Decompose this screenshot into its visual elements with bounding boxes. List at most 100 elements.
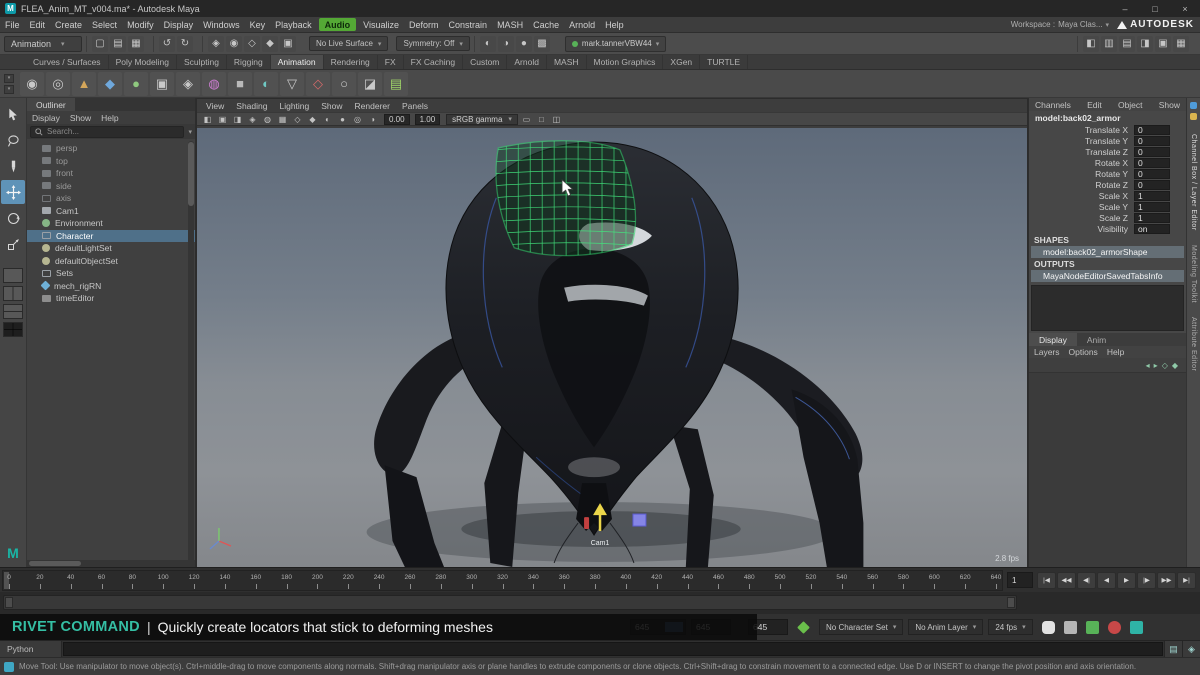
shelf-icon-2[interactable]: ◎ bbox=[46, 71, 70, 96]
animation-prefs-icon[interactable] bbox=[1129, 620, 1143, 634]
menu-deform[interactable]: Deform bbox=[404, 17, 444, 32]
shelf-icon-3[interactable]: ▲ bbox=[72, 71, 96, 96]
outliner-item-axis[interactable]: axis bbox=[27, 192, 195, 205]
outliner-item-mech-rigrn[interactable]: mech_rigRN bbox=[27, 280, 195, 293]
scrollbar-thumb[interactable] bbox=[188, 142, 194, 206]
snap-curve-icon[interactable]: ◉ bbox=[226, 35, 242, 52]
new-scene-icon[interactable]: ▢ bbox=[92, 35, 108, 52]
current-frame-field[interactable]: 1 bbox=[1007, 572, 1033, 588]
live-surface-field[interactable]: No Live Surface ▾ bbox=[309, 36, 389, 51]
menu-edit[interactable]: Edit bbox=[25, 17, 51, 32]
render-settings-icon[interactable]: ▩ bbox=[533, 35, 550, 52]
minimize-button[interactable]: – bbox=[1110, 0, 1140, 17]
grid-toggle-icon[interactable]: ▦ bbox=[276, 115, 289, 124]
channel-visibility[interactable]: Visibility on bbox=[1029, 223, 1186, 234]
outliner-menu-show[interactable]: Show bbox=[70, 113, 91, 123]
channel-box-menu-show[interactable]: Show bbox=[1159, 100, 1180, 110]
set-key-icon[interactable] bbox=[797, 620, 810, 634]
channel-box-toggle-icon[interactable]: ◨ bbox=[1137, 35, 1153, 52]
snap-point-icon[interactable]: ◇ bbox=[244, 35, 260, 52]
manipulator-plane-handle[interactable] bbox=[632, 513, 647, 527]
viewport-menu-shading[interactable]: Shading bbox=[231, 101, 272, 111]
shelf-tab-rigging[interactable]: Rigging bbox=[227, 55, 271, 69]
attribute-editor-toggle-icon[interactable]: ▥ bbox=[1101, 35, 1117, 52]
layout-single-pane-button[interactable] bbox=[3, 268, 23, 283]
viewport-canvas[interactable]: Cam1 2.8 fps bbox=[197, 128, 1027, 569]
shelf-icon-8[interactable]: ◍ bbox=[202, 71, 226, 96]
shelf-tab-animation[interactable]: Animation bbox=[270, 55, 324, 69]
next-frame-button[interactable]: |▶ bbox=[1137, 571, 1156, 589]
layer-menu-layers[interactable]: Layers bbox=[1034, 347, 1060, 357]
snap-view-plane-icon[interactable]: ◆ bbox=[262, 35, 278, 52]
range-slider[interactable] bbox=[3, 595, 1017, 610]
move-tool[interactable] bbox=[1, 180, 25, 204]
shelf-tab-rendering[interactable]: Rendering bbox=[324, 55, 378, 69]
select-tool[interactable] bbox=[1, 102, 25, 126]
favorites-icon[interactable] bbox=[1190, 113, 1197, 120]
select-by-hierarchy-icon[interactable]: ◧ bbox=[201, 115, 214, 124]
channel-scale-x[interactable]: Scale X1 bbox=[1029, 190, 1186, 201]
output-node-name[interactable]: MayaNodeEditorSavedTabsInfo bbox=[1031, 270, 1184, 282]
command-language-selector[interactable]: Python bbox=[0, 641, 62, 657]
rotate-tool[interactable] bbox=[1, 206, 25, 230]
channel-box-menu-edit[interactable]: Edit bbox=[1087, 100, 1102, 110]
menu-playback[interactable]: Playback bbox=[270, 17, 317, 32]
shelf-menu-icon[interactable]: ▾ bbox=[4, 73, 14, 83]
exposure-field[interactable]: 0.00 bbox=[384, 113, 410, 125]
outliner-item-sets[interactable]: Sets bbox=[27, 267, 195, 280]
shelf-tab-curves-surfaces[interactable]: Curves / Surfaces bbox=[26, 55, 109, 69]
resolution-gate-icon[interactable]: ▭ bbox=[520, 115, 533, 124]
anim-layer-selector[interactable]: No Anim Layer ▾ bbox=[908, 619, 984, 635]
menu-modify[interactable]: Modify bbox=[122, 17, 159, 32]
new-layer-icon[interactable]: ◆ bbox=[1172, 361, 1178, 370]
scale-tool[interactable] bbox=[1, 232, 25, 256]
outliner-menu-display[interactable]: Display bbox=[32, 113, 60, 123]
menu-constrain[interactable]: Constrain bbox=[444, 17, 493, 32]
play-forwards-button[interactable]: ▶ bbox=[1117, 571, 1136, 589]
shelf-tab-arnold[interactable]: Arnold bbox=[507, 55, 547, 69]
tab-display[interactable]: Display bbox=[1029, 333, 1077, 346]
tab-anim[interactable]: Anim bbox=[1077, 333, 1116, 346]
channel-box-menu-channels[interactable]: Channels bbox=[1035, 100, 1071, 110]
comment-icon[interactable] bbox=[1041, 620, 1055, 634]
prev-key-button[interactable]: ◀◀ bbox=[1057, 571, 1076, 589]
xray-icon[interactable]: ◎ bbox=[351, 115, 364, 124]
symmetry-field[interactable]: Symmetry: Off ▾ bbox=[396, 36, 470, 51]
save-scene-icon[interactable]: ▦ bbox=[128, 35, 144, 52]
viewport-menu-view[interactable]: View bbox=[201, 101, 229, 111]
channel-box-menu-object[interactable]: Object bbox=[1118, 100, 1143, 110]
open-scene-icon[interactable]: ▤ bbox=[110, 35, 126, 52]
shelf-tab-poly-modeling[interactable]: Poly Modeling bbox=[109, 55, 177, 69]
record-icon[interactable] bbox=[1107, 620, 1121, 634]
maximize-button[interactable]: □ bbox=[1140, 0, 1170, 17]
shelf-tab-mash[interactable]: MASH bbox=[547, 55, 587, 69]
shelf-tab-motion-graphics[interactable]: Motion Graphics bbox=[587, 55, 664, 69]
select-by-component-icon[interactable]: ◨ bbox=[231, 115, 244, 124]
channel-translate-y[interactable]: Translate Y0 bbox=[1029, 135, 1186, 146]
go-to-end-button[interactable]: ▶| bbox=[1177, 571, 1196, 589]
preferences-hammer-icon[interactable] bbox=[1063, 620, 1077, 634]
layer-list-area[interactable] bbox=[1029, 372, 1186, 567]
menu-visualize[interactable]: Visualize bbox=[358, 17, 404, 32]
layout-four-pane-button[interactable] bbox=[3, 322, 23, 337]
outliner-item-timeeditor[interactable]: timeEditor bbox=[27, 292, 195, 305]
shelf-tab-xgen[interactable]: XGen bbox=[663, 55, 701, 69]
menu-mash[interactable]: MASH bbox=[492, 17, 528, 32]
play-backwards-button[interactable]: ◀ bbox=[1097, 571, 1116, 589]
outliner-item-top[interactable]: top bbox=[27, 155, 195, 168]
channel-rotate-y[interactable]: Rotate Y0 bbox=[1029, 168, 1186, 179]
outliner-item-environment[interactable]: Environment bbox=[27, 217, 195, 230]
shelf-icon-5[interactable]: ● bbox=[124, 71, 148, 96]
selected-node-name[interactable]: model:back02_armor bbox=[1029, 111, 1186, 124]
account-menu[interactable]: mark.tannerVBW44 ▾ bbox=[564, 35, 667, 52]
gamma-field[interactable]: 1.00 bbox=[414, 113, 441, 125]
channel-translate-z[interactable]: Translate Z0 bbox=[1029, 146, 1186, 157]
prev-frame-button[interactable]: ◀| bbox=[1077, 571, 1096, 589]
empty-layer-icon[interactable]: ◇ bbox=[1162, 361, 1168, 370]
shelf-icon-10[interactable]: ◐ bbox=[254, 71, 278, 96]
view-transform-selector[interactable]: sRGB gamma ▾ bbox=[446, 113, 518, 125]
layout-two-stacked-button[interactable] bbox=[3, 304, 23, 319]
redo-icon[interactable]: ↻ bbox=[177, 35, 193, 52]
viewport-menu-show[interactable]: Show bbox=[316, 101, 347, 111]
time-slider-ruler[interactable]: 0 20 40 60 80 100 120 140 160 180 200 220 240 260 280 3… bbox=[2, 569, 1003, 591]
